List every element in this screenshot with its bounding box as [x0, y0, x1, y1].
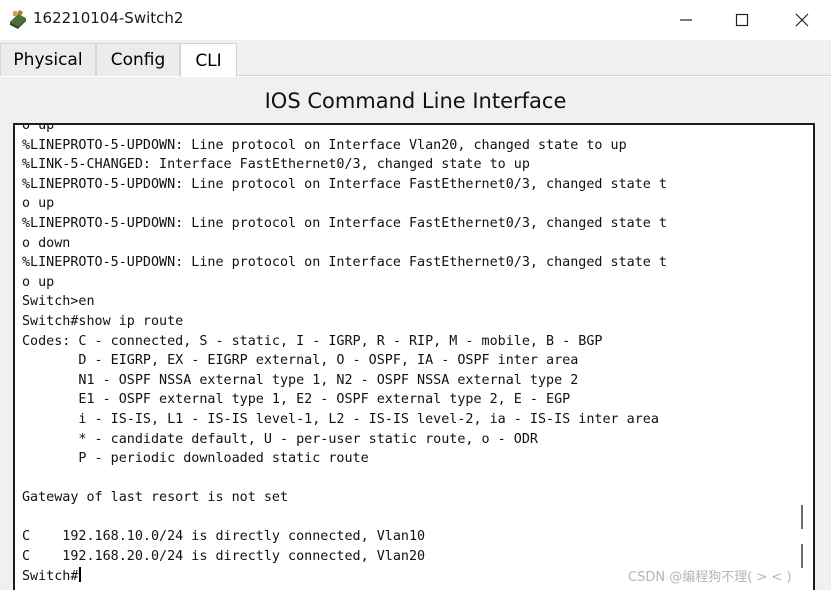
close-icon	[795, 13, 809, 27]
terminal-line: %LINEPROTO-5-UPDOWN: Line protocol on In…	[22, 255, 667, 271]
terminal-line: o up	[22, 196, 55, 212]
tab-config[interactable]: Config	[96, 43, 180, 76]
terminal-line: Switch#show ip route	[22, 313, 184, 329]
tab-physical[interactable]: Physical	[0, 43, 96, 76]
terminal-line: %LINEPROTO-5-UPDOWN: Line protocol on In…	[22, 137, 627, 153]
terminal-line: Codes: C - connected, S - static, I - IG…	[22, 333, 603, 349]
cli-panel: IOS Command Line Interface o up %LINEPROT…	[0, 77, 831, 590]
minimize-button[interactable]	[658, 0, 714, 40]
terminal-line: o up	[22, 274, 55, 290]
cli-heading: IOS Command Line Interface	[264, 89, 567, 113]
terminal-line: E1 - OSPF external type 1, E2 - OSPF ext…	[22, 392, 571, 408]
terminal-line: Switch>en	[22, 294, 95, 310]
tab-cli[interactable]: CLI	[180, 43, 237, 77]
scrollbar-mark	[801, 544, 803, 568]
watermark: CSDN @编程狗不理( > < )	[628, 570, 792, 585]
terminal-line: Gateway of last resort is not set	[22, 490, 289, 506]
terminal-line: P - periodic downloaded static route	[22, 451, 369, 467]
window-title: 162210104-Switch2	[33, 9, 184, 27]
terminal-line: C 192.168.10.0/24 is directly connected,…	[22, 529, 426, 545]
minimize-icon	[680, 19, 692, 21]
terminal-line: o up	[22, 123, 55, 133]
terminal-output: o up %LINEPROTO-5-UPDOWN: Line protocol o…	[22, 123, 783, 586]
text-cursor	[79, 566, 82, 582]
terminal-line: N1 - OSPF NSSA external type 1, N2 - OSP…	[22, 372, 579, 388]
terminal-line: * - candidate default, U - per-user stat…	[22, 431, 538, 447]
cli-terminal[interactable]: o up %LINEPROTO-5-UPDOWN: Line protocol o…	[13, 123, 815, 590]
terminal-line: %LINEPROTO-5-UPDOWN: Line protocol on In…	[22, 176, 667, 192]
terminal-line: o down	[22, 235, 71, 251]
switch-device-icon	[7, 8, 29, 30]
close-button[interactable]	[774, 0, 830, 40]
title-bar: 162210104-Switch2	[0, 0, 831, 40]
terminal-line: %LINEPROTO-5-UPDOWN: Line protocol on In…	[22, 215, 667, 231]
terminal-line: i - IS-IS, L1 - IS-IS level-1, L2 - IS-I…	[22, 411, 659, 427]
tab-bar: Physical Config CLI	[0, 40, 831, 77]
terminal-line: C 192.168.20.0/24 is directly connected,…	[22, 549, 426, 565]
maximize-icon	[735, 13, 749, 27]
scrollbar-mark	[801, 505, 803, 529]
terminal-line: D - EIGRP, EX - EIGRP external, O - OSPF…	[22, 353, 579, 369]
terminal-line: %LINK-5-CHANGED: Interface FastEthernet0…	[22, 157, 530, 173]
maximize-button[interactable]	[714, 0, 770, 40]
